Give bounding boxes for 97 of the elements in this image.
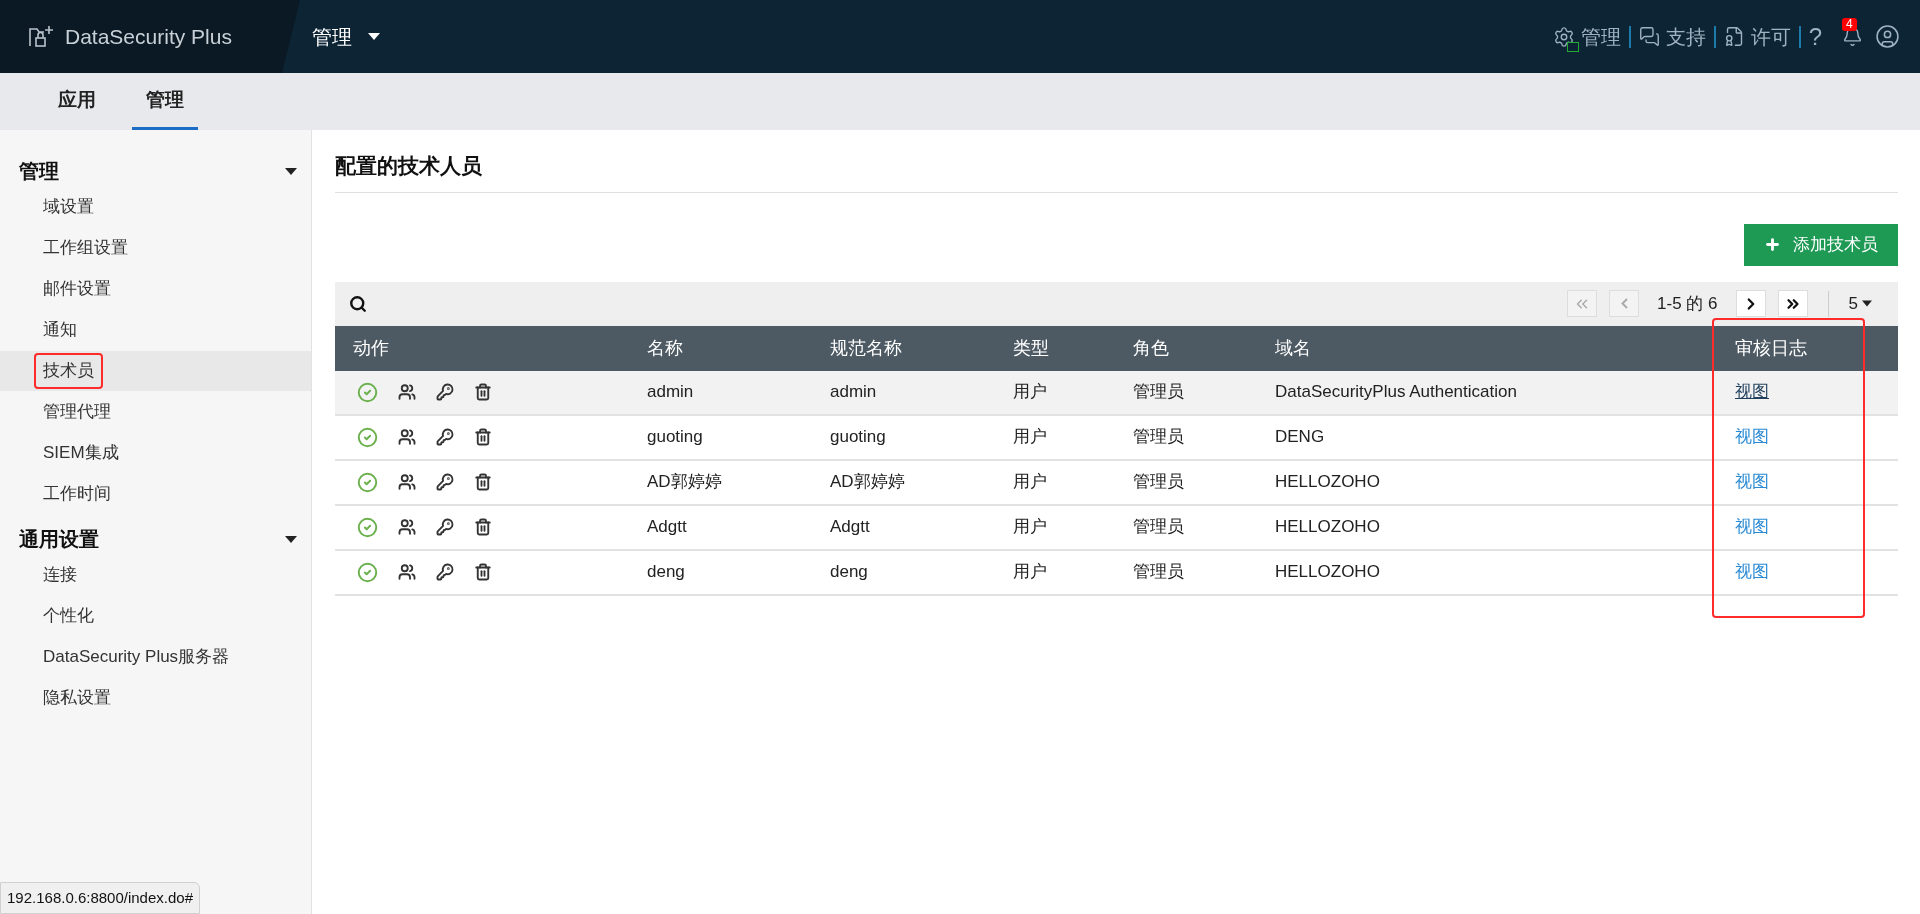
table-cell-text: 用户 — [1013, 426, 1048, 449]
table-cell-text: 管理员 — [1133, 561, 1185, 584]
user-avatar-icon[interactable] — [1875, 24, 1900, 49]
status-check-icon[interactable] — [357, 381, 378, 403]
view-link[interactable]: 视图 — [1735, 517, 1769, 537]
sidebar-section[interactable]: 通用设置 — [0, 524, 311, 554]
page-title: 配置的技术人员 — [335, 154, 482, 177]
table-cell-text: 用户 — [1013, 516, 1048, 539]
sidebar-item[interactable]: 邮件设置 — [0, 269, 311, 309]
notification-count: 4 — [1842, 18, 1857, 31]
chat-icon — [1638, 26, 1660, 47]
chevron-left-icon — [1620, 298, 1628, 309]
plus-icon — [1764, 236, 1781, 253]
table-cell-text: deng — [830, 561, 869, 584]
sidebar-item[interactable]: 隐私设置 — [0, 678, 311, 718]
column-header: 域名 — [1275, 337, 1311, 358]
sidebar-item[interactable]: 工作时间 — [0, 474, 311, 514]
product-name: DataSecurity Plus — [65, 23, 232, 50]
sidebar-item[interactable]: 技术员 — [0, 351, 311, 391]
view-link[interactable]: 视图 — [1735, 562, 1769, 582]
column-header: 类型 — [1013, 337, 1049, 358]
page-range: 1-5 的 6 — [1657, 292, 1718, 315]
folder-lock-icon — [27, 23, 53, 50]
column-header: 动作 — [353, 337, 389, 358]
sidebar-item[interactable]: DataSecurity Plus服务器 — [0, 637, 311, 677]
table-cell-text: HELLOZOHO — [1275, 516, 1381, 539]
certificate-icon — [1723, 26, 1745, 47]
table-cell-text: Adgtt — [830, 516, 871, 539]
search-filter-icon[interactable] — [349, 294, 367, 313]
table-cell-text: deng — [647, 561, 686, 584]
key-icon[interactable] — [436, 383, 454, 401]
view-link[interactable]: 视图 — [1735, 382, 1769, 402]
nav-tab[interactable]: 应用 — [44, 73, 110, 130]
caret-icon — [285, 167, 297, 175]
sidebar-item[interactable]: 通知 — [0, 310, 311, 350]
caret-icon — [285, 535, 297, 543]
table-cell-text: admin — [830, 381, 878, 404]
next-page-button[interactable] — [1735, 290, 1766, 317]
column-header: 规范名称 — [830, 337, 902, 358]
delete-icon[interactable] — [474, 383, 492, 401]
users-icon[interactable] — [398, 473, 416, 491]
table-cell-text: 管理员 — [1133, 381, 1185, 404]
users-icon[interactable] — [398, 518, 416, 536]
users-icon[interactable] — [398, 428, 416, 446]
delete-icon[interactable] — [474, 518, 492, 536]
module-menu[interactable]: 管理 — [312, 21, 380, 52]
table-cell-text: admin — [647, 381, 695, 404]
sidebar-item[interactable]: 管理代理 — [0, 392, 311, 432]
table-cell-text: 用户 — [1013, 471, 1048, 494]
table-cell-text: DENG — [1275, 426, 1326, 449]
table-cell-text: DataSecurityPlus Authentication — [1275, 381, 1518, 404]
view-link[interactable]: 视图 — [1735, 472, 1769, 492]
view-link[interactable]: 视图 — [1735, 427, 1769, 447]
help-button[interactable]: ? — [1800, 18, 1830, 55]
sidebar-item[interactable]: 连接 — [0, 555, 311, 595]
caret-icon — [368, 33, 380, 40]
status-check-icon[interactable] — [357, 516, 378, 538]
table-cell-text: AD郭婷婷 — [830, 471, 906, 494]
delete-icon[interactable] — [474, 473, 492, 491]
status-check-icon[interactable] — [357, 471, 378, 493]
sidebar-item[interactable]: SIEM集成 — [0, 433, 311, 473]
header-link[interactable]: 支持 — [1630, 21, 1714, 52]
key-icon[interactable] — [436, 563, 454, 581]
key-icon[interactable] — [436, 428, 454, 446]
table-cell-text: guoting — [647, 426, 704, 449]
table-cell-text: Adgtt — [647, 516, 688, 539]
table-cell-text: 用户 — [1013, 381, 1048, 404]
sidebar-item[interactable]: 工作组设置 — [0, 228, 311, 268]
caret-icon — [1862, 300, 1872, 307]
table-cell-text: 用户 — [1013, 561, 1048, 584]
key-icon[interactable] — [436, 473, 454, 491]
sidebar-item[interactable]: 个性化 — [0, 596, 311, 636]
delete-icon[interactable] — [474, 563, 492, 581]
page-size-select[interactable]: 5 — [1848, 290, 1872, 317]
table-cell-text: 管理员 — [1133, 516, 1185, 539]
table-cell-text: AD郭婷婷 — [647, 471, 723, 494]
column-header: 角色 — [1133, 337, 1169, 358]
users-icon[interactable] — [398, 563, 416, 581]
sidebar-section[interactable]: 管理 — [0, 156, 311, 186]
table-cell-text: HELLOZOHO — [1275, 471, 1381, 494]
last-page-button[interactable] — [1777, 290, 1808, 317]
status-url: 192.168.0.6:8800/index.do# — [0, 881, 200, 914]
column-header: 名称 — [647, 337, 683, 358]
status-check-icon[interactable] — [357, 561, 378, 583]
header-link[interactable]: 许可 — [1715, 21, 1799, 52]
status-check-icon[interactable] — [357, 426, 378, 448]
table-cell-text: 管理员 — [1133, 426, 1185, 449]
column-header: 审核日志 — [1735, 337, 1807, 358]
users-icon[interactable] — [398, 383, 416, 401]
sidebar-item[interactable]: 域设置 — [0, 187, 311, 227]
table-cell-text: HELLOZOHO — [1275, 561, 1381, 584]
table-cell-text: 管理员 — [1133, 471, 1185, 494]
header-link[interactable]: 管理 — [1544, 21, 1629, 52]
delete-icon[interactable] — [474, 428, 492, 446]
key-icon[interactable] — [436, 518, 454, 536]
add-technician-button[interactable]: 添加技术员 — [1744, 223, 1898, 266]
table-cell-text: guoting — [830, 426, 887, 449]
